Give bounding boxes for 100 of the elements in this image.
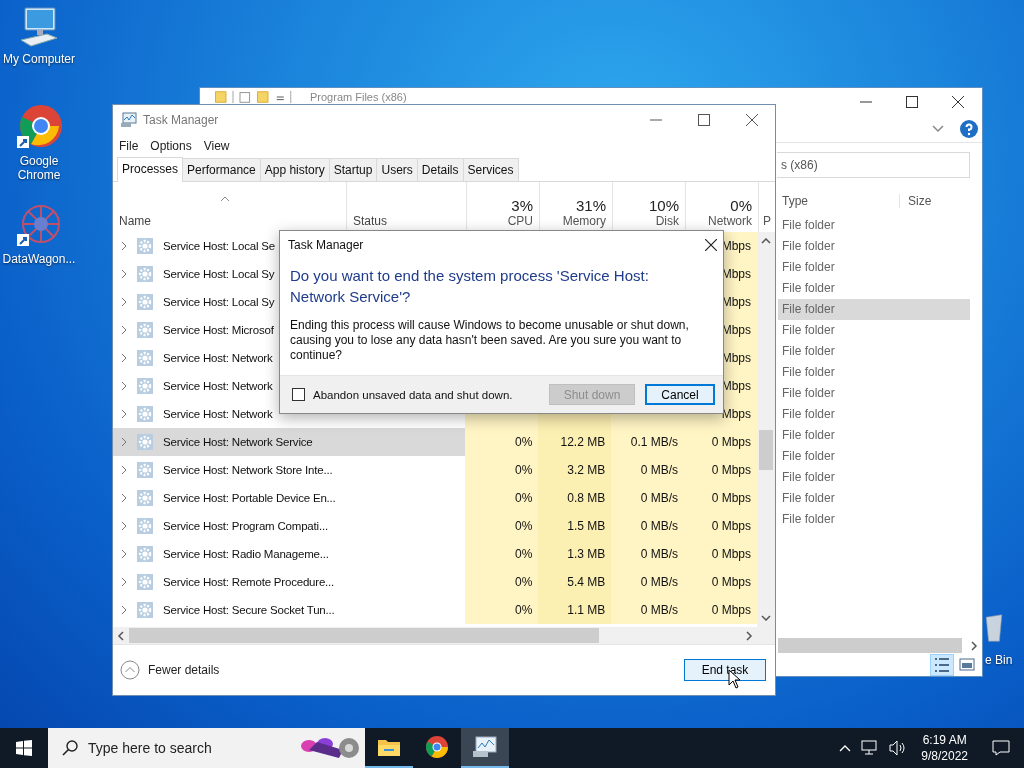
column-header[interactable]: CPU — [507, 214, 533, 228]
expand-chevron-icon[interactable] — [121, 381, 127, 391]
process-name[interactable]: Service Host: Program Compati... — [163, 520, 328, 532]
expand-chevron-icon[interactable] — [121, 409, 127, 419]
scroll-left-icon[interactable] — [117, 630, 125, 641]
tab[interactable]: Startup — [328, 158, 378, 181]
process-name[interactable]: Service Host: Local Sy — [163, 296, 275, 308]
column-header[interactable]: Disk — [655, 214, 679, 228]
expand-chevron-icon[interactable] — [121, 353, 127, 363]
file-row[interactable]: File folder — [778, 404, 970, 425]
column-header[interactable]: Status — [353, 214, 388, 228]
process-name[interactable]: Service Host: Microsof — [163, 324, 274, 336]
expand-chevron-icon[interactable] — [121, 465, 127, 475]
process-name[interactable]: Service Host: Radio Manageme... — [163, 548, 329, 560]
expand-chevron-icon[interactable] — [121, 605, 127, 615]
desktop-icon-label[interactable]: My Computer — [2, 52, 76, 66]
process-name[interactable]: Service Host: Network — [163, 380, 273, 392]
maximize-icon[interactable] — [698, 114, 710, 126]
process-name[interactable]: Service Host: Local Se — [163, 240, 275, 252]
fewer-details-link[interactable]: Fewer details — [148, 663, 220, 677]
volume-icon[interactable] — [889, 740, 908, 756]
file-row[interactable]: File folder — [778, 383, 970, 404]
process-name[interactable]: Service Host: Network Service — [163, 436, 313, 448]
column-header[interactable]: Type — [778, 194, 900, 208]
file-row[interactable]: File folder — [778, 467, 970, 488]
process-name[interactable]: Service Host: Portable Device En... — [163, 492, 336, 504]
end-task-button[interactable]: End task — [684, 659, 766, 681]
tab[interactable]: App history — [259, 158, 330, 181]
expand-chevron-icon[interactable] — [121, 437, 127, 447]
desktop-icon-label[interactable]: e Bin — [985, 653, 1013, 667]
checkbox[interactable] — [292, 388, 305, 401]
scrollbar-thumb[interactable] — [129, 628, 599, 643]
column-header[interactable]: P — [763, 214, 771, 228]
tab[interactable]: Performance — [182, 158, 261, 181]
column-header[interactable]: Memory — [562, 214, 606, 228]
file-row[interactable]: File folder — [778, 257, 970, 278]
address-bar[interactable]: s (x86) — [777, 152, 970, 178]
expand-chevron-icon[interactable] — [121, 269, 127, 279]
column-header[interactable]: Network — [708, 214, 752, 228]
desktop-icon-label[interactable]: Google Chrome — [2, 154, 76, 182]
checkbox-label[interactable]: Abandon unsaved data and shut down. — [313, 388, 513, 401]
search-field[interactable]: Type here to search — [48, 728, 365, 768]
clock-date[interactable]: 9/8/2022 — [921, 748, 968, 764]
close-icon[interactable] — [952, 96, 964, 108]
expand-chevron-icon[interactable] — [121, 493, 127, 503]
process-name[interactable]: Service Host: Network — [163, 352, 273, 364]
scrollbar-thumb[interactable] — [759, 429, 773, 470]
tab[interactable]: Services — [462, 158, 519, 181]
sort-caret-icon[interactable] — [220, 196, 230, 202]
close-icon[interactable] — [705, 239, 717, 251]
file-row[interactable]: File folder — [778, 425, 970, 446]
tab[interactable]: Details — [416, 158, 464, 181]
scroll-up-icon[interactable] — [761, 238, 771, 244]
process-name[interactable]: Service Host: Secure Socket Tun... — [163, 604, 335, 616]
close-icon[interactable] — [746, 114, 758, 126]
expand-chevron-icon[interactable] — [121, 521, 127, 531]
network-icon[interactable] — [861, 740, 880, 756]
menu-item[interactable]: View — [203, 139, 230, 153]
task-manager-button[interactable] — [461, 728, 509, 768]
expand-chevron-icon[interactable] — [121, 549, 127, 559]
maximize-icon[interactable] — [906, 96, 918, 108]
file-row[interactable]: File folder — [778, 320, 970, 341]
column-header[interactable]: Name — [119, 214, 346, 228]
process-name[interactable]: Service Host: Network Store Inte... — [163, 464, 333, 476]
file-row[interactable]: File folder — [778, 299, 970, 320]
tab[interactable]: Users — [376, 158, 418, 181]
clock-time[interactable]: 6:19 AM — [922, 732, 967, 748]
cancel-button[interactable]: Cancel — [645, 384, 715, 405]
large-icons-view-icon[interactable] — [958, 657, 976, 673]
scroll-down-icon[interactable] — [761, 615, 771, 621]
expand-chevron-icon[interactable] — [121, 325, 127, 335]
scroll-right-icon[interactable] — [745, 630, 753, 641]
expand-chevron-icon[interactable] — [121, 297, 127, 307]
process-name[interactable]: Service Host: Local Sy — [163, 268, 275, 280]
tab[interactable]: Processes — [117, 157, 184, 182]
help-icon[interactable] — [960, 120, 978, 138]
notification-icon[interactable] — [992, 740, 1010, 756]
file-row[interactable]: File folder — [778, 509, 970, 530]
details-view-icon[interactable] — [930, 654, 954, 676]
file-row[interactable]: File folder — [778, 278, 970, 299]
expand-chevron-icon[interactable] — [121, 577, 127, 587]
process-name[interactable]: Service Host: Remote Procedure... — [163, 576, 335, 588]
process-name[interactable]: Service Host: Network — [163, 408, 273, 420]
menu-item[interactable]: Options — [150, 139, 192, 153]
expand-chevron-icon[interactable] — [121, 241, 127, 251]
windows-start-icon[interactable] — [16, 740, 32, 756]
file-row[interactable]: File folder — [778, 488, 970, 509]
column-header[interactable]: Size — [900, 194, 932, 208]
chevron-up-icon[interactable] — [839, 744, 852, 752]
collapse-up-icon[interactable] — [120, 660, 140, 680]
file-row[interactable]: File folder — [778, 446, 970, 467]
file-row[interactable]: File folder — [778, 215, 970, 236]
chevron-down-icon[interactable] — [932, 125, 944, 133]
file-row[interactable]: File folder — [778, 236, 970, 257]
file-row[interactable]: File folder — [778, 341, 970, 362]
file-row[interactable]: File folder — [778, 362, 970, 383]
scrollbar-thumb[interactable] — [778, 638, 962, 653]
scroll-right-icon[interactable] — [970, 640, 978, 651]
desktop-icon-label[interactable]: DataWagon... — [2, 252, 76, 266]
menu-item[interactable]: File — [119, 139, 139, 153]
